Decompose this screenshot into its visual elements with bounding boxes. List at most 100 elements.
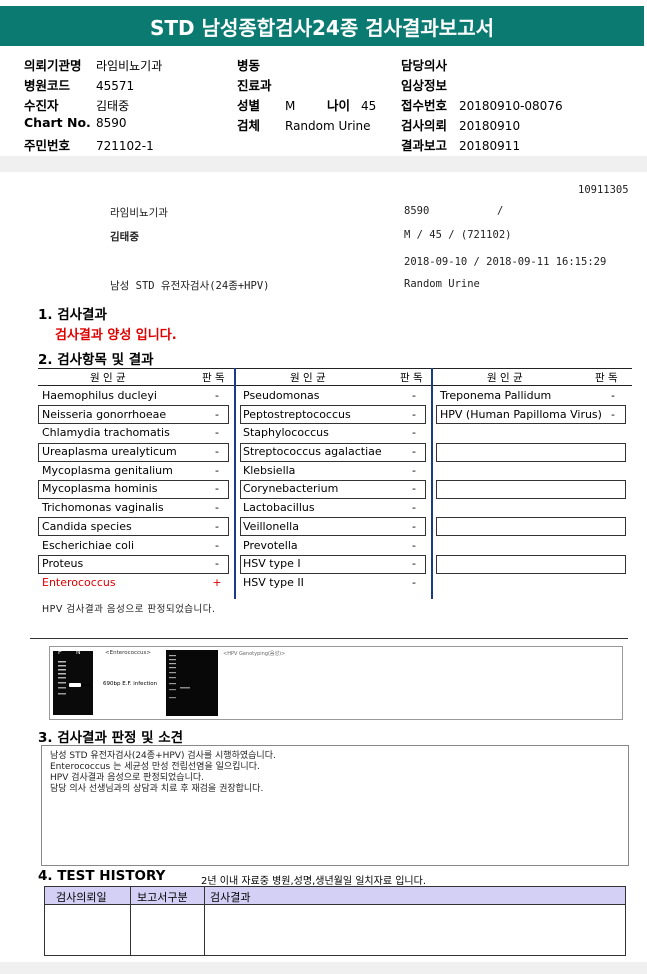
pathogen-row: Candida species - [42,518,232,537]
col3-pathogen-header: 원 인 균 [487,372,523,384]
meta-specimen: Random Urine [404,278,480,290]
info-row: Chart No. 8590 [24,115,162,135]
pathogen-name: Streptococcus agalactiae [243,445,382,459]
info-row: 접수번호 20180910-08076 [401,95,563,115]
specimen-label: 검체 [237,118,261,133]
hpv-note: HPV 검사결과 음성으로 판정되었습니다. [42,604,216,615]
col2-pathogen-header: 원 인 균 [290,372,326,384]
pathogen-row: Pseudomonas - [243,387,429,406]
pathogen-result: - [412,557,416,571]
column-divider [234,368,236,599]
info-label: 주민번호 [24,138,71,153]
pathogen-row: Proteus - [42,555,232,574]
pathogen-row: Treponema Pallidum - [440,387,626,406]
info-label: 접수번호 [401,98,448,113]
pathogen-name: Prevotella [243,538,298,552]
pathogen-name: Veillonella [243,519,299,533]
pathogen-result: - [215,426,219,440]
row-box [436,555,626,574]
info-value: 라임비뇨기과 [96,59,163,73]
col1-pathogen-header: 원 인 균 [90,372,126,384]
col3-result-header: 판 독 [595,372,618,384]
pathogen-result: - [412,538,416,552]
info-label: 수진자 [24,98,59,113]
history-col-date: 검사의뢰일 [56,891,107,904]
history-note: 2년 이내 자료중 병원,성명,생년월일 일치자료 입니다. [201,876,426,887]
pathogen-name: Staphylococcus [243,426,329,440]
conclusion-box: 남성 STD 유전자검사(24종+HPV) 검사를 시행하였습니다. Enter… [41,745,629,866]
pathogen-name: Peptostreptococcus [243,407,351,421]
history-col-type: 보고서구분 [137,891,188,904]
pathogen-row: Mycoplasma genitalium - [42,462,232,481]
pathogen-result: - [412,482,416,496]
info-value: 721102-1 [96,139,154,153]
pathogen-result: - [412,575,416,589]
sex-value: M [285,99,296,113]
pathogen-name: Haemophilus ducleyi [42,389,157,402]
col1-result-header: 판 독 [202,372,225,384]
row-box [436,443,626,462]
meta-dates: 2018-09-10 / 2018-09-11 16:15:29 [404,256,607,268]
pathogen-result: - [412,407,416,421]
pathogen-name: Proteus [42,557,84,571]
section3-heading: 3. 검사결과 판정 및 소견 [38,730,184,746]
pathogen-row: Lactobacillus - [243,499,429,518]
pathogen-column-2: Pseudomonas - Peptostreptococcus - Staphyl… [243,387,429,593]
pathogen-result: - [215,538,219,552]
meta-patient: 김태중 [110,231,139,243]
report-title: STD 남성종합검사24종 검사결과보고서 [0,6,644,46]
info-label: 담당의사 [401,58,448,73]
pathogen-result: - [215,463,219,477]
pathogen-result: - [611,407,615,421]
info-value: 45571 [96,79,135,93]
sex-label: 성별 [237,98,261,113]
info-row: 병동 [237,55,376,75]
history-col-result: 검사결과 [210,891,251,904]
pathogen-result: - [215,389,219,402]
section2-heading: 2. 검사항목 및 결과 [38,352,154,368]
info-row: 주민번호 721102-1 [24,135,162,155]
pathogen-name: HSV type I [243,557,301,571]
pathogen-row: HSV type II - [243,574,429,593]
pathogen-result: - [611,389,615,402]
history-header-row [45,887,625,905]
specimen-value: Random Urine [285,119,371,133]
section4-heading: 4. TEST HISTORY [38,868,166,884]
info-value: 20180910 [459,119,521,133]
separator-band [0,156,647,172]
section1-heading: 1. 검사결과 [38,307,107,323]
info-row: 병원코드 45571 [24,75,162,95]
pathogen-row: Corynebacterium - [243,480,429,499]
pathogen-result: - [215,519,219,533]
ward-label: 병동 [237,58,261,73]
info-row: 임상정보 [401,75,563,95]
info-row: 검사의뢰 20180910 [401,115,563,135]
pathogen-result: - [412,389,416,402]
pathogen-name: Escherichiae coli [42,538,135,552]
pathogen-result: - [215,501,219,515]
age-label: 나이 [327,98,351,113]
pathogen-result: - [412,463,416,477]
pathogen-row-positive: Enterococcus + [42,574,232,593]
history-col-divider [130,887,131,955]
gel-caption-left: <Enterococcus> [105,650,152,656]
pathogen-result: - [412,445,416,459]
gel-lane-n: N [76,649,81,656]
pathogen-result: - [215,482,219,496]
header-right: 담당의사 임상정보 접수번호 20180910-08076 검사의뢰 2018091… [401,55,563,155]
info-label: 병원코드 [24,78,71,93]
pathogen-result: - [412,519,416,533]
report-code: 10911305 [578,184,629,196]
conclusion-line: 담당 의사 선생님과의 상담과 치료 후 재검을 권장합니다. [50,784,264,794]
pathogen-row: Mycoplasma hominis - [42,480,232,499]
gel-caption-right: <HPV Genotyping(음성)> [223,651,286,657]
pathogen-name: Klebsiella [243,463,296,477]
pathogen-result: - [412,426,416,440]
pathogen-column-3: Treponema Pallidum - HPV (Human Papilloma… [440,387,626,424]
meta-chart: 8590 [404,205,430,217]
pathogen-row: Escherichiae coli - [42,537,232,556]
pathogen-row: Peptostreptococcus - [243,406,429,425]
pathogen-name: Pseudomonas [243,389,320,402]
info-value: 20180911 [459,139,521,153]
conclusion-line: HPV 검사결과 음성으로 판정되었습니다. [50,773,204,783]
